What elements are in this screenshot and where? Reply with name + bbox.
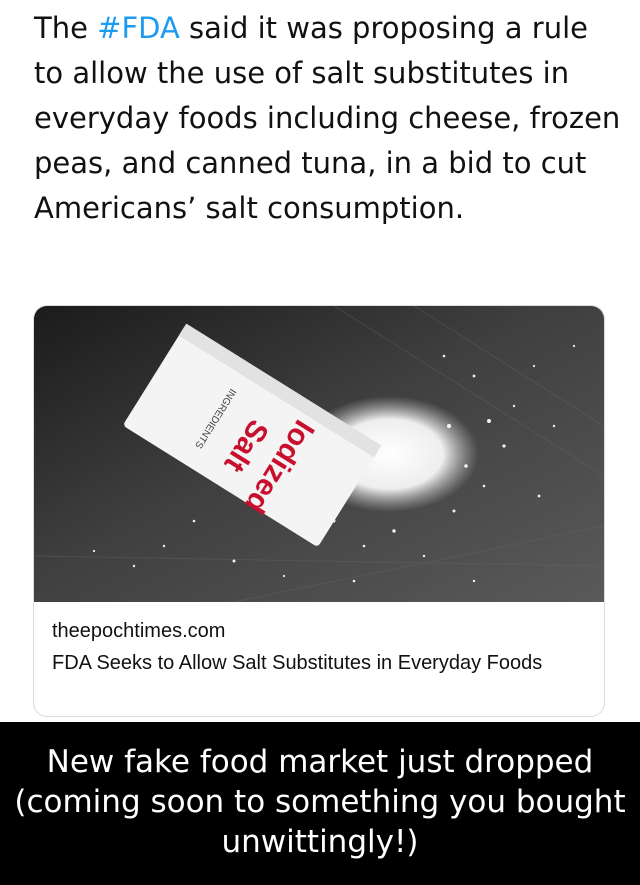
card-meta: theepochtimes.com FDA Seeks to Allow Sal… [52,618,592,676]
meme-caption-bar: New fake food market just dropped (comin… [0,722,640,885]
hashtag-link[interactable]: #FDA [97,11,180,45]
card-title[interactable]: FDA Seeks to Allow Salt Substitutes in E… [52,650,592,676]
meme-caption-text: New fake food market just dropped (comin… [14,744,626,860]
link-preview-card[interactable]: Iodized Salt INGREDIENTS theepochtimes.c… [33,305,605,717]
salt-packet-photo: Iodized Salt INGREDIENTS [34,306,604,602]
card-domain[interactable]: theepochtimes.com [52,618,592,644]
tweet-text-start: The [34,11,98,45]
tweet-text: The #FDA said it was proposing a rule to… [34,6,624,231]
